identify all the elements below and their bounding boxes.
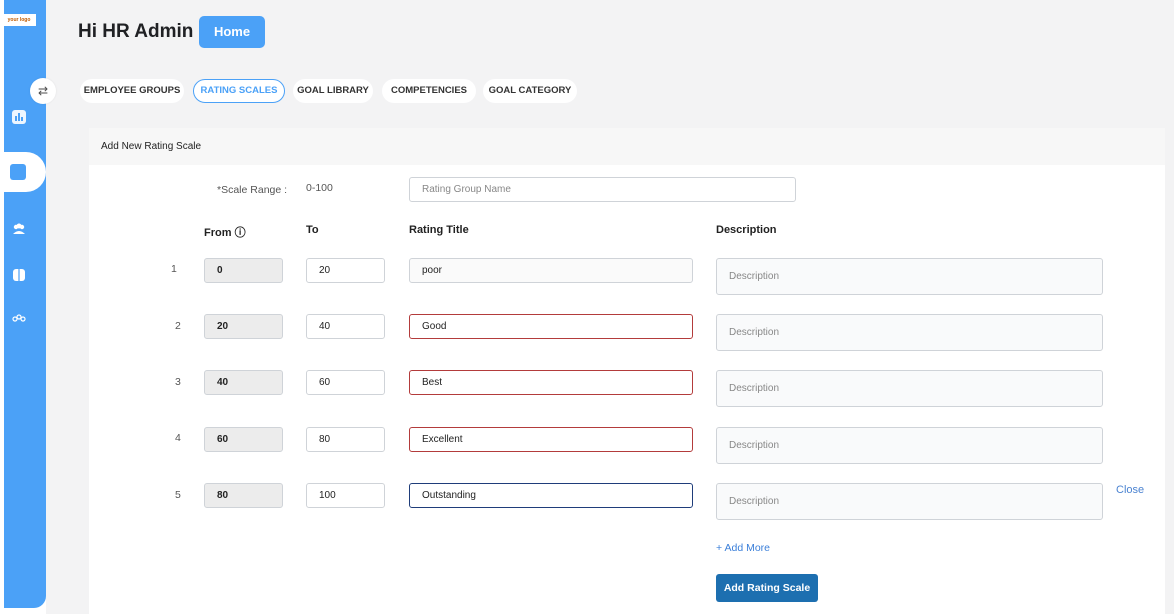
users-icon[interactable] (12, 222, 26, 236)
tab-goal-library[interactable]: GOAL LIBRARY (293, 79, 373, 103)
description-input[interactable]: Description (716, 427, 1103, 464)
rating-title-input[interactable]: Good (409, 314, 693, 339)
add-rating-scale-button[interactable]: Add Rating Scale (716, 574, 818, 602)
tab-competencies[interactable]: COMPETENCIES (382, 79, 476, 103)
column-from: From ⓘ (204, 227, 246, 239)
info-icon: ⓘ (234, 227, 246, 239)
book-icon[interactable] (12, 268, 26, 282)
to-input[interactable]: 40 (306, 314, 385, 339)
from-input: 40 (204, 370, 283, 395)
description-input[interactable]: Description (716, 258, 1103, 295)
description-input[interactable]: Description (716, 314, 1103, 351)
description-input[interactable]: Description (716, 483, 1103, 520)
scale-range-label: *Scale Range : (217, 184, 288, 196)
from-input: 60 (204, 427, 283, 452)
to-input[interactable]: 60 (306, 370, 385, 395)
panel-title: Add New Rating Scale (89, 128, 1165, 165)
row-number: 2 (175, 320, 181, 332)
column-rating-title: Rating Title (409, 224, 469, 236)
logo: your logo (2, 14, 36, 26)
row-number: 4 (175, 432, 181, 444)
to-input[interactable]: 80 (306, 427, 385, 452)
to-input[interactable]: 20 (306, 258, 385, 283)
sidebar-item-active[interactable] (0, 152, 46, 192)
rating-title-input[interactable]: poor (409, 258, 693, 283)
grid-icon (10, 164, 26, 180)
rating-title-input[interactable]: Outstanding (409, 483, 693, 508)
column-to: To (306, 224, 319, 236)
home-button[interactable]: Home (199, 16, 265, 48)
tab-goal-category[interactable]: GOAL CATEGORY (483, 79, 577, 103)
to-input[interactable]: 100 (306, 483, 385, 508)
close-link[interactable]: Close (1116, 484, 1144, 496)
column-description: Description (716, 224, 777, 236)
from-input: 0 (204, 258, 283, 283)
page-greeting: Hi HR Admin (78, 21, 194, 42)
row-number: 1 (171, 263, 177, 275)
rating-title-input[interactable]: Excellent (409, 427, 693, 452)
bar-chart-icon[interactable] (12, 110, 26, 124)
add-more-link[interactable]: + Add More (716, 542, 770, 554)
tab-employee-groups[interactable]: EMPLOYEE GROUPS (80, 79, 184, 103)
row-number: 5 (175, 489, 181, 501)
rating-group-name-input[interactable]: Rating Group Name (409, 177, 796, 202)
sidebar-toggle-icon[interactable]: ⇄ (30, 78, 56, 104)
row-number: 3 (175, 376, 181, 388)
team-icon[interactable] (12, 312, 26, 326)
from-input: 20 (204, 314, 283, 339)
scale-range-value: 0-100 (306, 182, 333, 194)
rating-title-input[interactable]: Best (409, 370, 693, 395)
description-input[interactable]: Description (716, 370, 1103, 407)
tab-rating-scales[interactable]: RATING SCALES (193, 79, 285, 103)
from-input: 80 (204, 483, 283, 508)
